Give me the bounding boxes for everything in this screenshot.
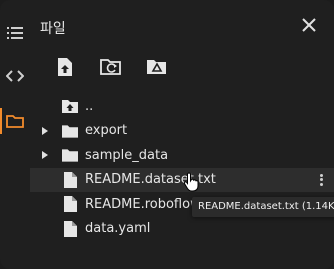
folder-icon bbox=[62, 123, 78, 139]
file-icon bbox=[62, 171, 78, 188]
upload-icon bbox=[58, 58, 72, 76]
files-button[interactable] bbox=[0, 106, 30, 136]
code-icon bbox=[6, 70, 24, 82]
close-button[interactable] bbox=[298, 14, 320, 36]
file-tooltip: README.dataset.txt (1.14KB) bbox=[192, 197, 334, 217]
more-options-icon[interactable] bbox=[318, 172, 324, 188]
files-toolbar bbox=[52, 54, 170, 80]
table-of-contents-button[interactable] bbox=[0, 18, 30, 48]
tree-item-label: export bbox=[85, 123, 128, 139]
folder-icon bbox=[6, 115, 24, 128]
file-icon bbox=[62, 220, 78, 237]
parent-directory-label: .. bbox=[85, 98, 94, 114]
folder-icon bbox=[62, 147, 78, 163]
tree-item-label: data.yaml bbox=[85, 221, 151, 237]
code-snippets-button[interactable] bbox=[0, 61, 30, 91]
tree-item-sample-data[interactable]: sample_data bbox=[30, 143, 334, 168]
files-panel-window: 파일 .. export sample_data README.dataset.… bbox=[0, 0, 334, 269]
parent-directory-row[interactable]: .. bbox=[30, 94, 334, 119]
file-tree: .. export sample_data README.dataset.txt… bbox=[30, 94, 334, 241]
tree-item-data-yaml[interactable]: data.yaml bbox=[30, 217, 334, 242]
tree-item-export[interactable]: export bbox=[30, 119, 334, 144]
chevron-right-icon[interactable] bbox=[40, 150, 50, 160]
files-panel: 파일 .. export sample_data README.dataset.… bbox=[30, 0, 334, 269]
file-icon bbox=[62, 196, 78, 213]
panel-title: 파일 bbox=[40, 21, 66, 37]
close-icon bbox=[302, 18, 316, 32]
left-rail bbox=[0, 0, 30, 269]
tree-item-readme-dataset[interactable]: README.dataset.txt bbox=[30, 167, 334, 192]
table-of-contents-icon bbox=[7, 27, 23, 39]
chevron-right-icon[interactable] bbox=[40, 126, 50, 136]
upload-button[interactable] bbox=[52, 54, 78, 80]
hand-cursor-icon bbox=[183, 172, 199, 192]
refresh-button[interactable] bbox=[98, 54, 124, 80]
drive-icon bbox=[147, 60, 166, 74]
tree-item-label: sample_data bbox=[85, 147, 169, 163]
folder-refresh-icon bbox=[100, 59, 121, 75]
mount-drive-button[interactable] bbox=[144, 54, 170, 80]
folder-up-icon bbox=[62, 98, 78, 114]
